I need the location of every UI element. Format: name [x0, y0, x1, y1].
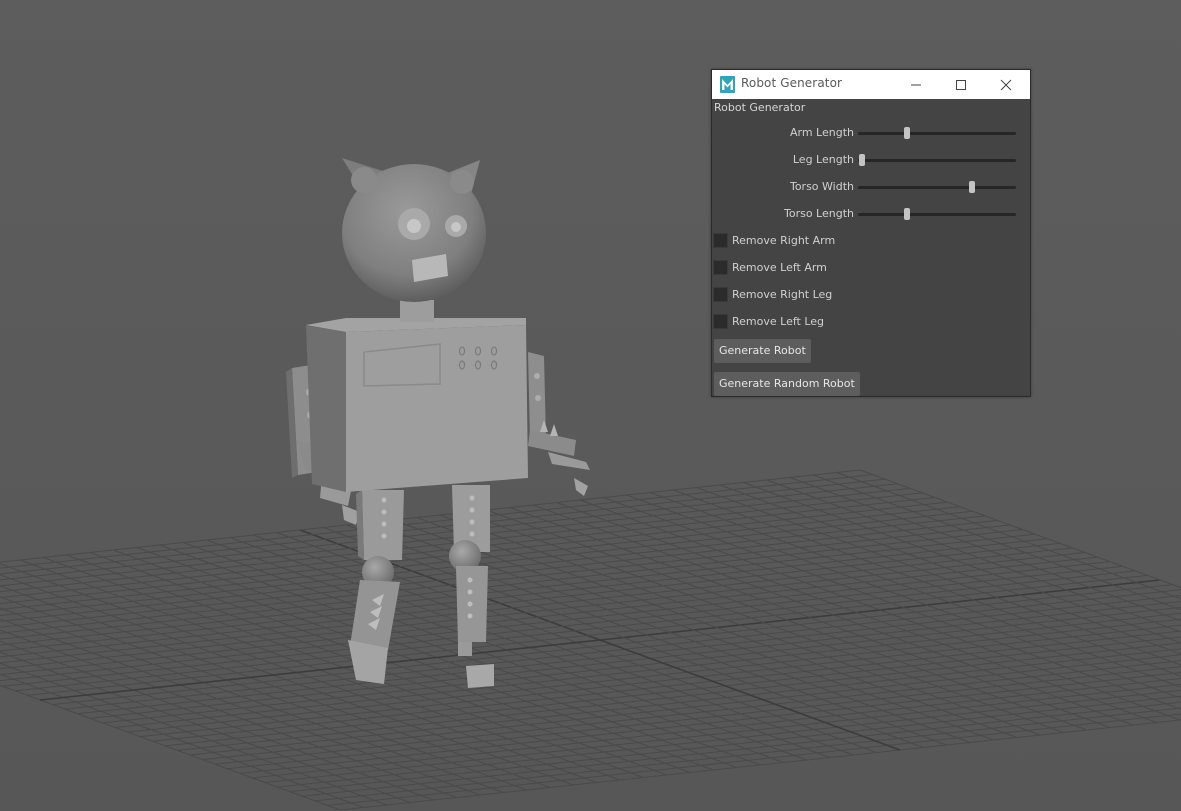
- remove-right-arm-checkbox[interactable]: [713, 233, 728, 248]
- robot-generator-window[interactable]: Robot Generator Robot Generator Arm Leng…: [711, 69, 1031, 397]
- remove-right-arm-label[interactable]: Remove Right Arm: [732, 234, 835, 247]
- panel-title: Robot Generator: [714, 101, 806, 114]
- close-button[interactable]: [984, 70, 1028, 99]
- leg-length-slider[interactable]: [858, 154, 1016, 166]
- maximize-button[interactable]: [939, 70, 983, 99]
- torso-width-slider[interactable]: [858, 181, 1016, 193]
- generate-random-robot-button[interactable]: Generate Random Robot: [714, 372, 860, 396]
- leg-length-slider-thumb[interactable]: [859, 154, 865, 166]
- robot-left-arm[interactable]: [528, 352, 590, 496]
- torso-length-slider-thumb[interactable]: [904, 208, 910, 220]
- remove-left-leg-label[interactable]: Remove Left Leg: [732, 315, 824, 328]
- remove-left-leg-checkbox[interactable]: [713, 314, 728, 329]
- minimize-button[interactable]: [894, 70, 938, 99]
- remove-right-leg-label[interactable]: Remove Right Leg: [732, 288, 832, 301]
- torso-width-row: Torso Width: [712, 177, 1030, 197]
- robot-head[interactable]: [342, 158, 486, 302]
- torso-length-label: Torso Length: [783, 207, 854, 220]
- leg-length-label: Leg Length: [792, 153, 854, 166]
- generate-robot-button[interactable]: Generate Robot: [714, 339, 811, 363]
- arm-length-slider-thumb[interactable]: [904, 127, 910, 139]
- torso-width-label: Torso Width: [789, 180, 854, 193]
- arm-length-slider[interactable]: [858, 127, 1016, 139]
- window-titlebar[interactable]: Robot Generator: [712, 70, 1030, 99]
- remove-left-arm-label[interactable]: Remove Left Arm: [732, 261, 827, 274]
- arm-length-row: Arm Length: [712, 123, 1030, 143]
- arm-length-label: Arm Length: [789, 126, 854, 139]
- torso-length-slider[interactable]: [858, 208, 1016, 220]
- robot-torso[interactable]: [306, 300, 528, 492]
- close-icon: [1000, 79, 1012, 90]
- maximize-icon: [956, 79, 966, 90]
- torso-length-row: Torso Length: [712, 204, 1030, 224]
- remove-right-leg-checkbox[interactable]: [713, 287, 728, 302]
- window-title: Robot Generator: [741, 76, 843, 90]
- ground-grid: [0, 469, 1181, 811]
- maya-logo-icon: [720, 76, 735, 93]
- remove-left-arm-checkbox[interactable]: [713, 260, 728, 275]
- torso-width-slider-thumb[interactable]: [968, 181, 975, 193]
- leg-length-row: Leg Length: [712, 150, 1030, 170]
- minimize-icon: [911, 84, 921, 85]
